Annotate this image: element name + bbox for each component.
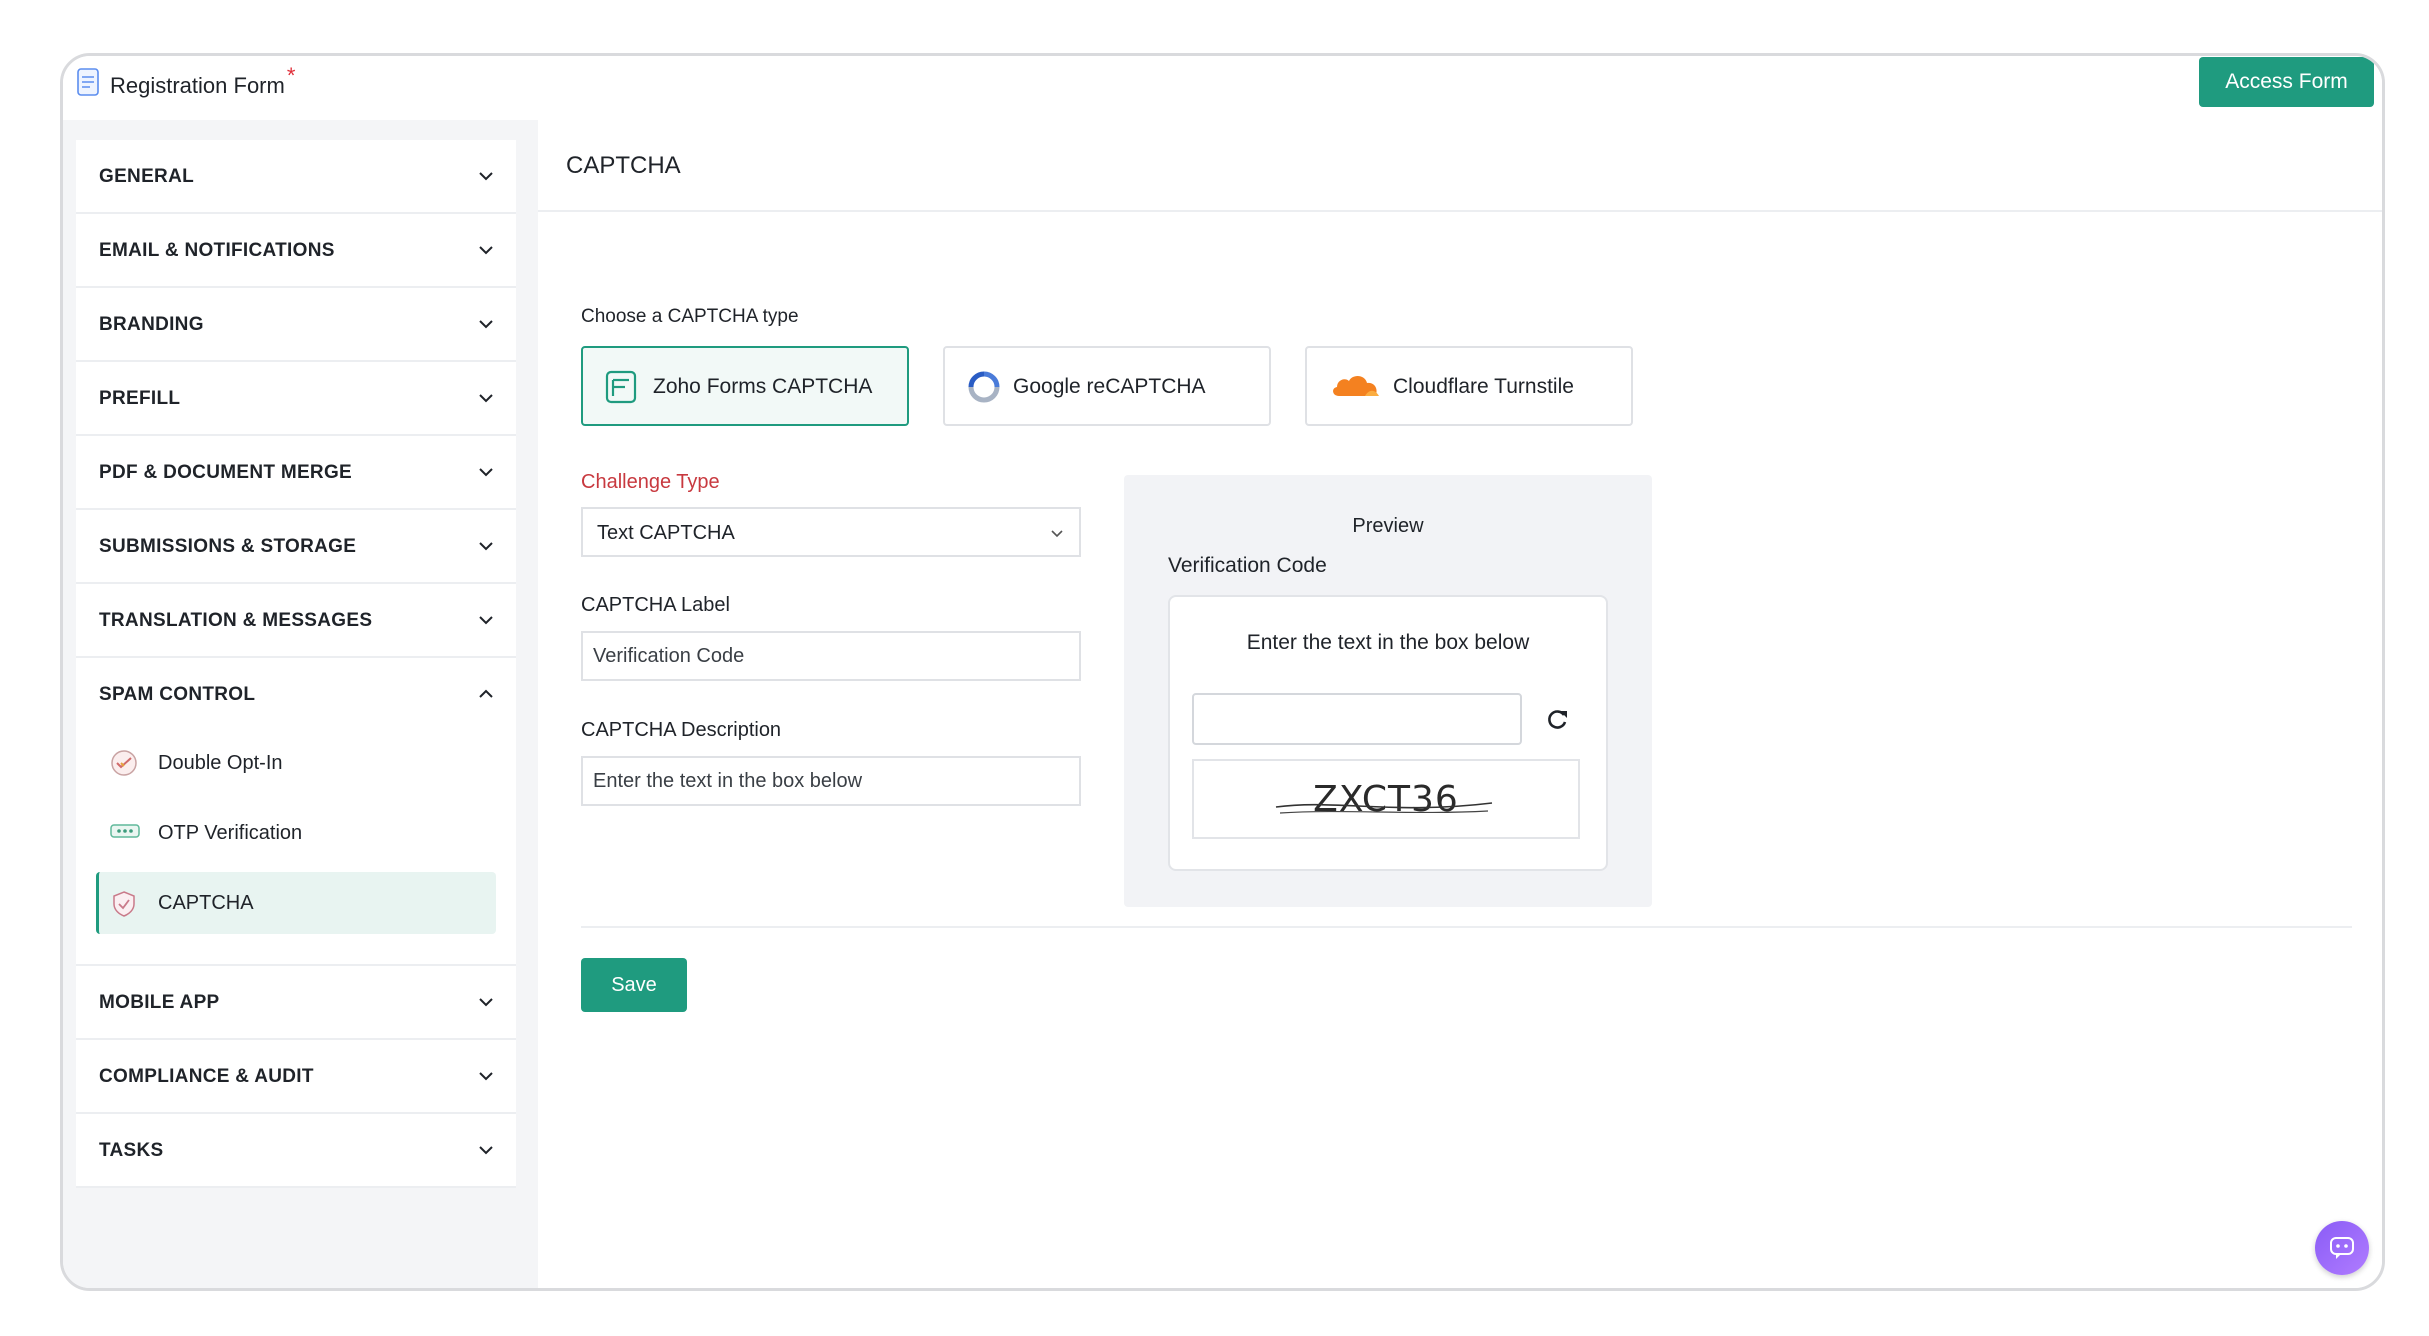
nav-item-spam-control[interactable]: SPAM CONTROL bbox=[76, 658, 516, 732]
captcha-option-label: Zoho Forms CAPTCHA bbox=[653, 375, 873, 398]
nav-item-tasks[interactable]: TASKS bbox=[76, 1114, 516, 1188]
nav-item-mobile-app[interactable]: MOBILE APP bbox=[76, 966, 516, 1040]
app-window: Registration Form* Access Form GENERAL E… bbox=[60, 53, 2385, 1291]
sub-item-otp-verification[interactable]: OTP Verification bbox=[96, 802, 496, 864]
nav-label: SPAM CONTROL bbox=[99, 684, 256, 705]
captcha-type-heading: Choose a CAPTCHA type bbox=[581, 306, 799, 327]
challenge-type-select[interactable]: Text CAPTCHA bbox=[581, 507, 1081, 557]
captcha-label-label: CAPTCHA Label bbox=[581, 594, 730, 616]
chevron-down-icon bbox=[479, 616, 493, 625]
captcha-option-google-recaptcha[interactable]: Google reCAPTCHA bbox=[943, 346, 1271, 426]
sub-item-captcha[interactable]: CAPTCHA bbox=[96, 872, 496, 934]
captcha-option-cloudflare-turnstile[interactable]: Cloudflare Turnstile bbox=[1305, 346, 1633, 426]
zoho-forms-icon bbox=[605, 370, 637, 409]
chevron-down-icon bbox=[479, 246, 493, 255]
spam-control-submenu: Double Opt-In OTP Verification CAPTCHA bbox=[76, 732, 516, 964]
nav-group-spam-control: SPAM CONTROL Double Opt-In OTP Verificat… bbox=[76, 658, 516, 966]
refresh-icon[interactable] bbox=[1544, 707, 1570, 738]
nav-label: PREFILL bbox=[99, 388, 181, 409]
form-divider bbox=[581, 926, 2352, 928]
recaptcha-icon bbox=[967, 370, 1001, 409]
chevron-down-icon bbox=[479, 542, 493, 551]
chevron-down-icon bbox=[479, 1146, 493, 1155]
challenge-type-value: Text CAPTCHA bbox=[597, 522, 735, 544]
sub-item-label: CAPTCHA bbox=[158, 892, 254, 914]
chat-assistant-button[interactable] bbox=[2315, 1221, 2369, 1275]
form-document-icon bbox=[77, 68, 99, 101]
nav-item-submissions-storage[interactable]: SUBMISSIONS & STORAGE bbox=[76, 510, 516, 584]
chevron-up-icon bbox=[479, 689, 493, 698]
required-mark: * bbox=[286, 63, 296, 88]
captcha-shield-icon bbox=[109, 889, 139, 924]
settings-sidebar: GENERAL EMAIL & NOTIFICATIONS BRANDING P… bbox=[63, 120, 540, 1288]
nav-item-translation-messages[interactable]: TRANSLATION & MESSAGES bbox=[76, 584, 516, 658]
challenge-type-label: Challenge Type bbox=[581, 471, 720, 493]
sub-item-double-opt-in[interactable]: Double Opt-In bbox=[96, 732, 496, 794]
captcha-preview: Preview Verification Code Enter the text… bbox=[1124, 475, 1652, 907]
chevron-down-icon bbox=[479, 998, 493, 1007]
chevron-down-icon bbox=[479, 320, 493, 329]
captcha-option-label: Cloudflare Turnstile bbox=[1393, 375, 1574, 398]
nav-label: SUBMISSIONS & STORAGE bbox=[99, 536, 357, 557]
cloudflare-cloud-icon bbox=[1329, 370, 1381, 405]
nav-item-general[interactable]: GENERAL bbox=[76, 140, 516, 214]
nav-label: GENERAL bbox=[99, 166, 194, 187]
sub-item-label: Double Opt-In bbox=[158, 752, 283, 774]
nav-label: BRANDING bbox=[99, 314, 204, 335]
nav-item-pdf-document-merge[interactable]: PDF & DOCUMENT MERGE bbox=[76, 436, 516, 510]
nav-label: EMAIL & NOTIFICATIONS bbox=[99, 240, 335, 261]
nav-item-email-notifications[interactable]: EMAIL & NOTIFICATIONS bbox=[76, 214, 516, 288]
preview-title: Preview bbox=[1352, 515, 1424, 537]
captcha-settings-panel: CAPTCHA Choose a CAPTCHA type Zoho Forms… bbox=[538, 120, 2382, 1288]
nav-item-compliance-audit[interactable]: COMPLIANCE & AUDIT bbox=[76, 1040, 516, 1114]
save-button[interactable]: Save bbox=[581, 958, 687, 1012]
form-title: Registration Form* bbox=[110, 63, 295, 99]
access-form-button[interactable]: Access Form bbox=[2199, 57, 2374, 107]
captcha-strike-lines bbox=[1275, 802, 1493, 814]
nav-label: PDF & DOCUMENT MERGE bbox=[99, 462, 352, 483]
nav-label: MOBILE APP bbox=[99, 992, 220, 1013]
form-title-text: Registration Form bbox=[110, 73, 285, 98]
chevron-down-icon bbox=[479, 468, 493, 477]
nav-label: TASKS bbox=[99, 1140, 164, 1161]
captcha-image: ZXCT36 bbox=[1192, 759, 1580, 839]
captcha-description-label: CAPTCHA Description bbox=[581, 719, 782, 741]
nav-item-prefill[interactable]: PREFILL bbox=[76, 362, 516, 436]
preview-field-label: Verification Code bbox=[1168, 554, 1327, 577]
chevron-down-icon bbox=[479, 394, 493, 403]
nav-item-branding[interactable]: BRANDING bbox=[76, 288, 516, 362]
double-optin-icon bbox=[109, 749, 139, 782]
chat-bot-icon bbox=[2330, 1237, 2354, 1259]
top-bar: Registration Form* Access Form bbox=[63, 56, 2382, 122]
preview-captcha-box: Enter the text in the box below ZXCT36 bbox=[1168, 595, 1608, 871]
otp-icon bbox=[109, 819, 141, 850]
captcha-description-input[interactable] bbox=[581, 756, 1081, 806]
chevron-down-icon bbox=[479, 172, 493, 181]
preview-captcha-input[interactable] bbox=[1192, 693, 1522, 745]
preview-description: Enter the text in the box below bbox=[1246, 631, 1530, 654]
captcha-label-input[interactable] bbox=[581, 631, 1081, 681]
section-title: CAPTCHA bbox=[566, 152, 681, 179]
captcha-option-zoho[interactable]: Zoho Forms CAPTCHA bbox=[581, 346, 909, 426]
section-header: CAPTCHA bbox=[538, 120, 2382, 212]
chevron-down-icon bbox=[479, 1072, 493, 1081]
settings-nav: GENERAL EMAIL & NOTIFICATIONS BRANDING P… bbox=[76, 140, 516, 1188]
chevron-down-icon bbox=[1051, 530, 1063, 538]
nav-label: TRANSLATION & MESSAGES bbox=[99, 610, 373, 631]
sub-item-label: OTP Verification bbox=[158, 822, 303, 844]
captcha-option-label: Google reCAPTCHA bbox=[1013, 375, 1206, 398]
nav-label: COMPLIANCE & AUDIT bbox=[99, 1066, 314, 1087]
